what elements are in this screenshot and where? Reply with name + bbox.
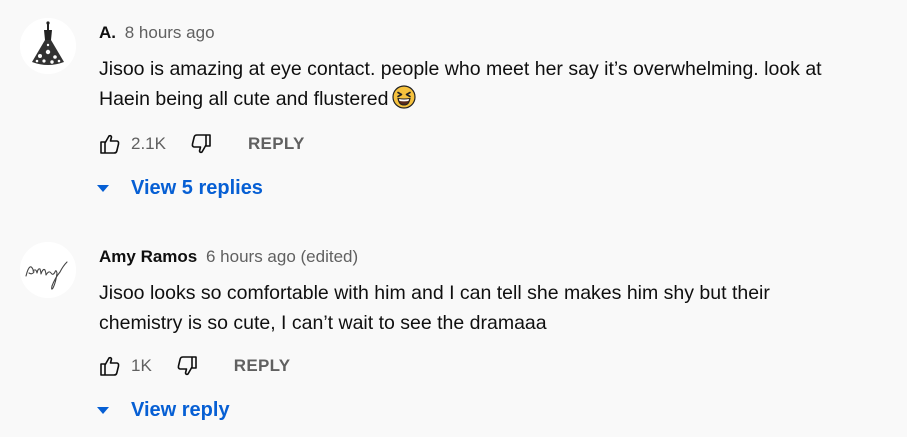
thumbs-up-icon — [100, 134, 120, 154]
comment-header: A. 8 hours ago — [99, 21, 887, 45]
view-replies-label: View reply — [131, 398, 230, 421]
comment-text-line: chemistry is so cute, I can’t wait to se… — [99, 312, 547, 334]
thumbs-down-icon — [177, 356, 197, 376]
comment-actions: 2.1K REPLY — [97, 128, 305, 160]
thumbs-up-icon — [100, 356, 120, 376]
author-name[interactable]: Amy Ramos — [99, 247, 197, 266]
avatar[interactable] — [20, 18, 76, 74]
timestamp[interactable]: 6 hours ago (edited) — [206, 247, 358, 266]
comment-actions: 1K REPLY — [97, 350, 290, 382]
like-count: 1K — [131, 356, 152, 375]
view-replies-button[interactable]: View reply — [97, 395, 230, 425]
caret-down-icon — [97, 406, 109, 414]
timestamp[interactable]: 8 hours ago — [125, 23, 215, 42]
dislike-button[interactable] — [174, 353, 200, 379]
reply-button[interactable]: REPLY — [248, 134, 305, 154]
comment-text: Jisoo is amazing at eye contact. people … — [99, 54, 887, 118]
signature-avatar-icon — [20, 242, 76, 298]
view-replies-label: View 5 replies — [131, 176, 263, 199]
comment-text: Jisoo looks so comfortable with him and … — [99, 278, 887, 338]
comment-header: Amy Ramos 6 hours ago (edited) — [99, 245, 887, 269]
author-name[interactable]: A. — [99, 23, 116, 42]
dress-illustration-icon — [20, 18, 76, 74]
view-replies-button[interactable]: View 5 replies — [97, 173, 263, 203]
reply-button[interactable]: REPLY — [234, 356, 291, 376]
like-button[interactable] — [97, 353, 123, 379]
thumbs-down-icon — [191, 134, 211, 154]
grinning-squinting-face-icon — [392, 85, 417, 118]
like-count: 2.1K — [131, 134, 166, 153]
dislike-button[interactable] — [188, 131, 214, 157]
like-button[interactable] — [97, 131, 123, 157]
avatar[interactable] — [20, 242, 76, 298]
comment-text-line: Haein being all cute and flustered — [99, 84, 887, 118]
comment-text-line: Jisoo is amazing at eye contact. people … — [99, 58, 822, 80]
caret-down-icon — [97, 184, 109, 192]
comment-text-line: Jisoo looks so comfortable with him and … — [99, 282, 770, 304]
